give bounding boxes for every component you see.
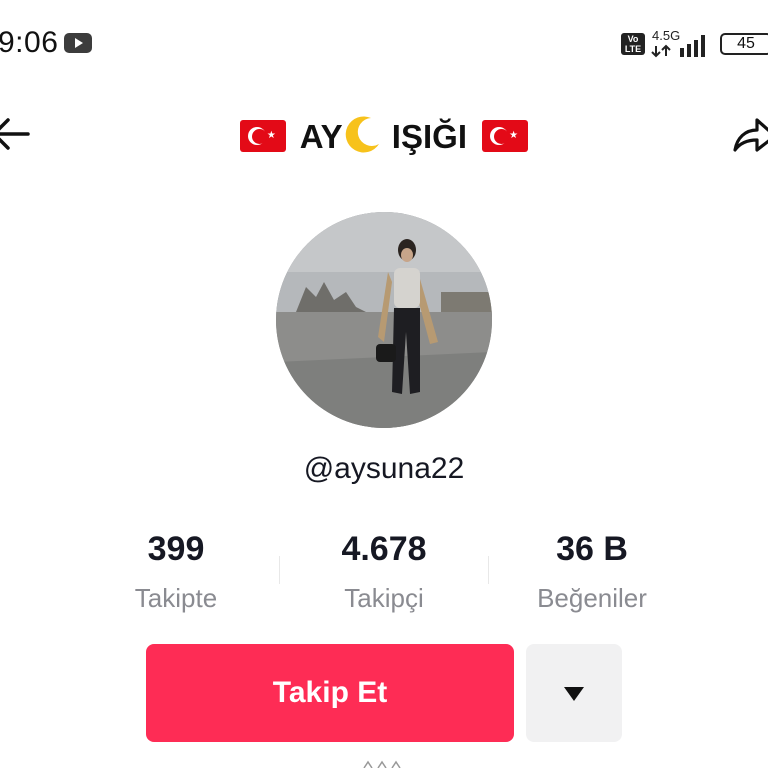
username: @aysuna22 xyxy=(303,452,465,485)
follow-button[interactable]: Takip Et xyxy=(146,644,514,742)
suggested-accounts-button[interactable] xyxy=(526,644,622,742)
likes-label: Beğeniler xyxy=(537,583,647,613)
status-time: 9:06 xyxy=(0,26,59,59)
following-label: Takipte xyxy=(134,583,218,613)
battery-icon: 45 xyxy=(720,33,768,55)
volte-icon: Vo LTE xyxy=(621,33,645,55)
stat-likes: 36 B Beğeniler xyxy=(492,530,692,614)
likes-count: 36 B xyxy=(556,530,628,568)
avatar[interactable] xyxy=(276,212,492,428)
stat-divider xyxy=(488,556,489,584)
chevron-down-icon xyxy=(564,687,584,701)
turkey-flag-icon: ★ xyxy=(239,120,286,152)
title-text-1: AY xyxy=(299,118,343,155)
followers-count: 4.678 xyxy=(341,530,427,568)
youtube-notification-icon xyxy=(64,33,92,53)
turkey-flag-icon: ★ xyxy=(482,120,529,152)
stat-followers[interactable]: 4.678 Takipçi xyxy=(284,530,484,614)
crescent-moon-icon xyxy=(343,114,383,154)
stat-following[interactable]: 399 Takipte xyxy=(76,530,276,614)
page-title: ★ AY IŞIĞI ★ xyxy=(0,114,768,156)
following-count: 399 xyxy=(147,530,205,568)
title-text-2: IŞIĞI xyxy=(391,118,467,155)
stat-divider xyxy=(279,556,280,584)
signal-icon xyxy=(651,35,705,58)
followers-label: Takipçi xyxy=(344,583,424,613)
share-icon[interactable] xyxy=(731,110,768,158)
tab-indicator-icon xyxy=(363,760,401,768)
